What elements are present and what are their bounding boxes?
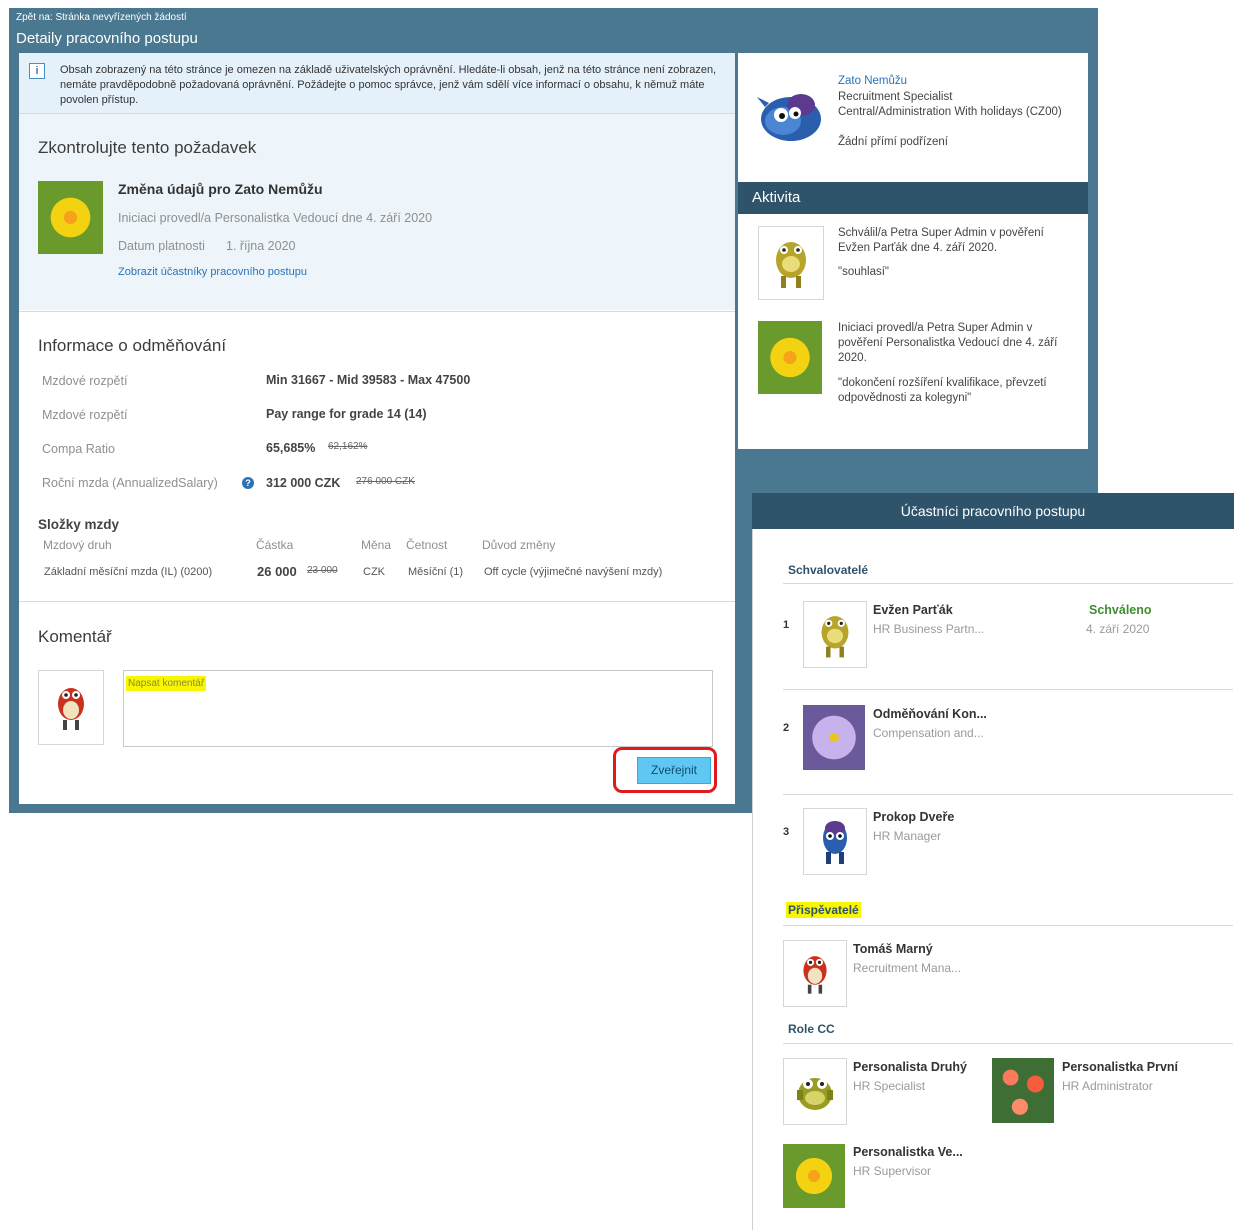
comp-old-value: 276 000 CZK <box>356 476 415 487</box>
robot-red-icon <box>803 955 827 994</box>
activity-quote: "dokončení rozšíření kvalifikace, převze… <box>838 377 1047 404</box>
review-title: Zkontrolujte tento požadavek <box>38 138 257 157</box>
contributors-label: Přispěvatelé <box>786 902 861 918</box>
approver-role: Compensation and... <box>873 726 984 740</box>
request-title: Změna údajů pro Zato Nemůžu <box>118 181 323 197</box>
participants-header: Účastníci pracovního postupu <box>752 493 1234 529</box>
pay-frequency: Měsíční (1) <box>408 566 464 578</box>
approver-avatar[interactable] <box>803 601 867 668</box>
cc-avatar[interactable] <box>783 1144 845 1208</box>
change-reason: Off cycle (výjimečné navýšení mzdy) <box>484 566 663 578</box>
comp-old-value: 62,162% <box>328 441 368 452</box>
initiated-text: Iniciaci provedl/a Personalistka Vedoucí… <box>118 211 433 225</box>
group-divider <box>783 1043 1233 1044</box>
components-title: Složky mzdy <box>38 517 120 532</box>
comp-label: Mzdové rozpětí <box>42 374 128 388</box>
approval-date: 4. září 2020 <box>1086 622 1150 636</box>
contributor-role: Recruitment Mana... <box>853 961 962 975</box>
comp-value: Min 31667 - Mid 39583 - Max 47500 <box>266 373 471 387</box>
comp-label: Compa Ratio <box>42 442 115 456</box>
cc-role: HR Specialist <box>853 1079 926 1093</box>
approver-name[interactable]: Evžen Parťák <box>873 603 953 617</box>
activity-text: Schválil/a Petra Super Admin v pověření … <box>838 227 1044 254</box>
pay-currency: CZK <box>363 566 385 578</box>
activity-avatar <box>758 226 824 300</box>
activity-header: Aktivita <box>738 182 1088 214</box>
publish-button[interactable]: Zveřejnit <box>637 757 711 784</box>
pay-type: Základní měsíční mzda (IL) (0200) <box>44 566 213 578</box>
comp-value: 312 000 CZK <box>266 476 341 490</box>
comment-placeholder: Napsat komentář <box>126 676 207 691</box>
green-monster-icon <box>797 1077 833 1110</box>
section-divider <box>19 601 735 602</box>
cc-role: HR Administrator <box>1062 1079 1153 1093</box>
pay-amount-old: 23 000 <box>307 565 338 576</box>
blue-robot-icon <box>823 820 847 864</box>
approver-name[interactable]: Prokop Dveře <box>873 810 954 824</box>
approver-name[interactable]: Odměňování Kon... <box>873 707 987 721</box>
profile-name[interactable]: Zato Nemůžu <box>838 75 907 87</box>
cc-label: Role CC <box>788 1022 835 1036</box>
approver-role: HR Manager <box>873 829 942 843</box>
contributor-name[interactable]: Tomáš Marný <box>853 942 933 956</box>
cc-name[interactable]: Personalistka Ve... <box>853 1145 963 1159</box>
comp-label: Roční mzda (AnnualizedSalary) <box>42 476 218 490</box>
effective-date-label: Datum platnosti <box>118 239 205 253</box>
group-divider <box>783 925 1233 926</box>
approver-avatar[interactable] <box>803 808 867 875</box>
approvers-label: Schvalovatelé <box>788 563 869 577</box>
info-icon: i <box>29 63 45 79</box>
cc-avatar[interactable] <box>992 1058 1054 1123</box>
row-divider <box>783 689 1233 690</box>
comment-input[interactable] <box>123 670 713 747</box>
approval-status: Schváleno <box>1089 603 1152 617</box>
profile-avatar <box>753 85 825 147</box>
activity-avatar <box>758 321 822 394</box>
comment-title: Komentář <box>38 627 112 646</box>
profile-reports: Žádní přímí podřízení <box>838 136 948 148</box>
column-header: Měna <box>361 538 392 552</box>
cc-role: HR Supervisor <box>853 1164 932 1178</box>
approver-number: 2 <box>783 722 790 734</box>
pay-amount: 26 000 <box>257 564 297 579</box>
comp-title: Informace o odměňování <box>38 336 227 355</box>
cc-name[interactable]: Personalista Druhý <box>853 1060 967 1074</box>
approver-avatar[interactable] <box>803 705 865 770</box>
comp-value: Pay range for grade 14 (14) <box>266 407 427 421</box>
column-header: Četnost <box>406 538 448 552</box>
row-divider <box>783 794 1233 795</box>
comp-label: Mzdové rozpětí <box>42 408 128 422</box>
approver-number: 1 <box>783 619 790 631</box>
view-participants-link[interactable]: Zobrazit účastníky pracovního postupu <box>118 266 307 278</box>
column-header: Mzdový druh <box>43 538 112 552</box>
cc-name[interactable]: Personalistka První <box>1062 1060 1178 1074</box>
blue-monster-icon <box>757 94 821 141</box>
approver-number: 3 <box>783 826 790 838</box>
column-header: Částka <box>256 538 294 552</box>
activity-text: Iniciaci provedl/a Petra Super Admin v p… <box>838 322 1058 364</box>
column-header: Důvod změny <box>482 538 556 552</box>
user-avatar <box>38 670 104 745</box>
activity-quote: "souhlasí" <box>838 266 889 278</box>
effective-date-value: 1. října 2020 <box>226 239 296 253</box>
comp-value: 65,685% <box>266 441 316 455</box>
request-image <box>38 181 103 254</box>
info-text: Obsah zobrazený na této stránce je omeze… <box>60 64 717 106</box>
cc-avatar[interactable] <box>783 1058 847 1125</box>
profile-dept: Central/Administration With holidays (CZ… <box>838 106 1062 118</box>
section-divider <box>19 311 735 312</box>
yellow-monster-icon <box>776 242 806 288</box>
contributor-avatar[interactable] <box>783 940 847 1007</box>
page-title: Detaily pracovního postupu <box>16 30 198 47</box>
yellow-monster-icon <box>821 615 849 657</box>
help-icon[interactable]: ? <box>242 477 254 489</box>
profile-role: Recruitment Specialist <box>838 91 953 103</box>
approver-role: HR Business Partn... <box>873 622 985 636</box>
back-link[interactable]: Zpět na: Stránka nevyřízených žádostí <box>16 12 187 23</box>
group-divider <box>783 583 1233 584</box>
robot-red-icon <box>58 687 84 730</box>
